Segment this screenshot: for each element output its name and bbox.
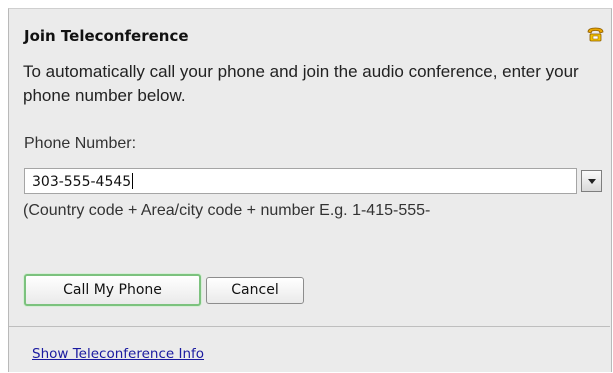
show-teleconference-info-link[interactable]: Show Teleconference Info <box>32 346 204 362</box>
dialog-title: Join Teleconference <box>24 27 189 45</box>
phone-icon <box>587 27 604 42</box>
phone-number-value: 303-555-4545 <box>32 174 132 190</box>
phone-number-input[interactable]: 303-555-4545 <box>24 168 577 194</box>
cancel-button[interactable]: Cancel <box>206 277 304 304</box>
phone-number-label: Phone Number: <box>24 135 137 152</box>
footer-divider <box>9 326 610 327</box>
chevron-down-icon <box>588 179 596 184</box>
phone-format-hint: (Country code + Area/city code + number … <box>23 202 431 219</box>
phone-number-dropdown-button[interactable] <box>581 170 602 192</box>
text-caret <box>132 173 134 189</box>
dialog-description: To automatically call your phone and joi… <box>23 62 579 105</box>
call-my-phone-button[interactable]: Call My Phone <box>24 274 201 306</box>
